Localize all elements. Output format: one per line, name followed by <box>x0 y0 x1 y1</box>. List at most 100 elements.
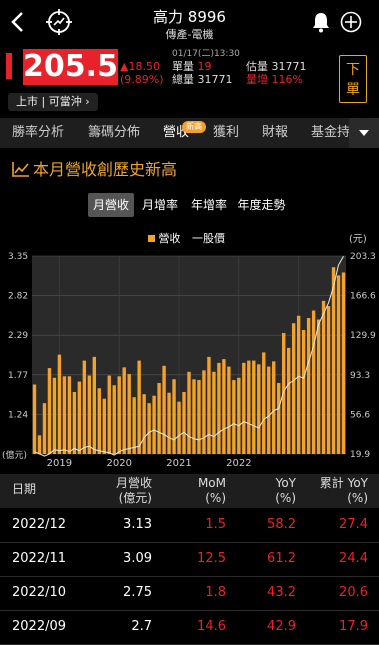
order-button[interactable]: 下單 <box>339 55 367 103</box>
revenue-bar <box>177 401 181 454</box>
revenue-bar <box>237 377 241 454</box>
cell-revenue: 2.75 <box>123 585 152 600</box>
volume-increase-label: 量增 <box>246 73 268 86</box>
table-row: 2022/12 3.13 1.5 58.2 27.4 <box>0 508 379 543</box>
revenue-bar <box>257 364 261 454</box>
revenue-bar <box>291 323 296 454</box>
triangle-down-icon <box>359 130 369 136</box>
col-date: 日期 <box>12 482 36 497</box>
market-tag-label: 上市 | 可當沖 <box>16 95 82 108</box>
chart-legend: 營收 一股價 <box>148 230 225 246</box>
revenue-bar <box>127 374 131 454</box>
estimated-volume-value: 31771 <box>271 60 307 73</box>
table-row: 2022/09 2.7 14.6 42.9 17.9 <box>0 610 379 645</box>
col-cumulative-yoy-label: 累計 YoY <box>319 476 368 490</box>
table-row: 2022/10 2.75 1.8 43.2 20.6 <box>0 576 379 611</box>
revenue-bar <box>252 360 256 454</box>
revenue-chart: 3.35 2.82 2.29 1.77 1.24 (億元) 203.3 166.6 129.9 9… <box>2 252 376 468</box>
revenue-bar <box>247 360 251 454</box>
left-axis-tick: 1.24 <box>8 410 28 420</box>
revenue-bar <box>152 395 156 454</box>
revenue-bar <box>321 300 326 454</box>
total-volume: 總量 31771 <box>172 73 233 86</box>
subtab-annual-trend[interactable]: 年度走勢 <box>233 193 290 217</box>
col-revenue: 月營收 (億元) <box>100 476 152 506</box>
legend-price: 一股價 <box>192 232 225 245</box>
revenue-bar <box>242 362 246 454</box>
cell-date: 2022/10 <box>12 585 67 600</box>
revenue-bar <box>267 366 271 454</box>
tab-profit[interactable]: 獲利 <box>213 118 239 148</box>
revenue-bar <box>102 398 106 454</box>
volume-increase: 量增 116% <box>246 73 303 86</box>
revenue-bar <box>282 332 286 454</box>
col-yoy-unit: (%) <box>275 491 296 505</box>
estimated-volume: 估量 31771 <box>246 60 307 73</box>
col-mom: MoM (%) <box>180 476 226 506</box>
col-mom-label: MoM <box>197 476 226 490</box>
revenue-bar <box>82 360 87 454</box>
last-price: 205.5 <box>23 49 118 85</box>
revenue-bar <box>232 380 236 454</box>
tabs-more-button[interactable] <box>349 118 379 148</box>
market-tag[interactable]: 上市 | 可當沖 › <box>8 93 98 111</box>
subtab-mom[interactable]: 月增率 <box>137 193 183 217</box>
headline: 本月營收創歷史新高 <box>12 156 177 180</box>
cell-mom: 14.6 <box>197 619 226 634</box>
tab-fund-holdings[interactable]: 基金持 <box>311 118 350 148</box>
cell-revenue: 2.7 <box>131 619 152 634</box>
cell-mom: 1.5 <box>205 517 226 532</box>
revenue-bar <box>336 275 341 454</box>
col-cumulative-yoy-unit: (%) <box>347 491 368 505</box>
tab-chip-distribution[interactable]: 籌碼分佈 <box>88 118 140 148</box>
right-axis-tick: 56.6 <box>350 410 370 420</box>
price-marker <box>6 53 12 79</box>
revenue-bar <box>77 381 82 454</box>
x-axis-label: 2020 <box>106 458 131 468</box>
revenue-bar <box>272 361 276 454</box>
subtab-yoy[interactable]: 年增率 <box>186 193 232 217</box>
cell-revenue: 3.13 <box>123 517 152 532</box>
revenue-bar <box>32 384 37 454</box>
revenue-bar <box>142 394 146 454</box>
volume-increase-value: 116% <box>271 73 303 86</box>
revenue-bar <box>52 377 57 454</box>
x-axis-label: 2022 <box>226 458 251 468</box>
left-axis-tick: 1.77 <box>8 371 28 381</box>
revenue-bar <box>47 368 52 454</box>
cell-yoy: 42.9 <box>267 619 296 634</box>
revenue-bar <box>112 385 116 454</box>
x-axis-label: 2019 <box>47 458 72 468</box>
revenue-bar <box>67 376 72 454</box>
revenue-bar <box>331 267 336 454</box>
right-axis-tick: 203.3 <box>350 252 376 262</box>
tab-win-rate[interactable]: 勝率分析 <box>12 118 64 148</box>
change-value: ▲18.50 <box>120 60 160 73</box>
cell-cumulative-yoy: 27.4 <box>339 517 368 532</box>
x-axis-label: 2021 <box>166 458 191 468</box>
tab-financials[interactable]: 財報 <box>262 118 288 148</box>
legend-revenue: 營收 <box>158 232 181 245</box>
revenue-bar <box>341 272 346 454</box>
add-icon[interactable] <box>340 11 362 33</box>
revenue-bar <box>222 359 226 454</box>
left-axis-tick: 3.35 <box>8 252 28 262</box>
cell-date: 2022/12 <box>12 517 67 532</box>
left-axis-unit: (億元) <box>2 449 27 461</box>
single-volume: 單量 19 <box>172 60 212 73</box>
revenue-bar <box>301 329 306 454</box>
cell-yoy: 43.2 <box>267 585 296 600</box>
subtab-monthly-revenue[interactable]: 月營收 <box>88 193 134 217</box>
revenue-bar <box>62 376 67 454</box>
revenue-bar <box>262 352 266 454</box>
bell-icon[interactable] <box>310 11 332 33</box>
revenue-bar <box>207 356 211 454</box>
col-yoy-label: YoY <box>275 476 296 490</box>
change-percent: (9.89%) <box>120 73 164 86</box>
new-high-badge: 新高 <box>182 121 206 133</box>
col-revenue-label: 月營收 <box>115 476 152 490</box>
revenue-bar <box>167 392 171 454</box>
revenue-bar <box>212 371 216 454</box>
cell-yoy: 58.2 <box>267 517 296 532</box>
col-yoy: YoY (%) <box>250 476 296 506</box>
